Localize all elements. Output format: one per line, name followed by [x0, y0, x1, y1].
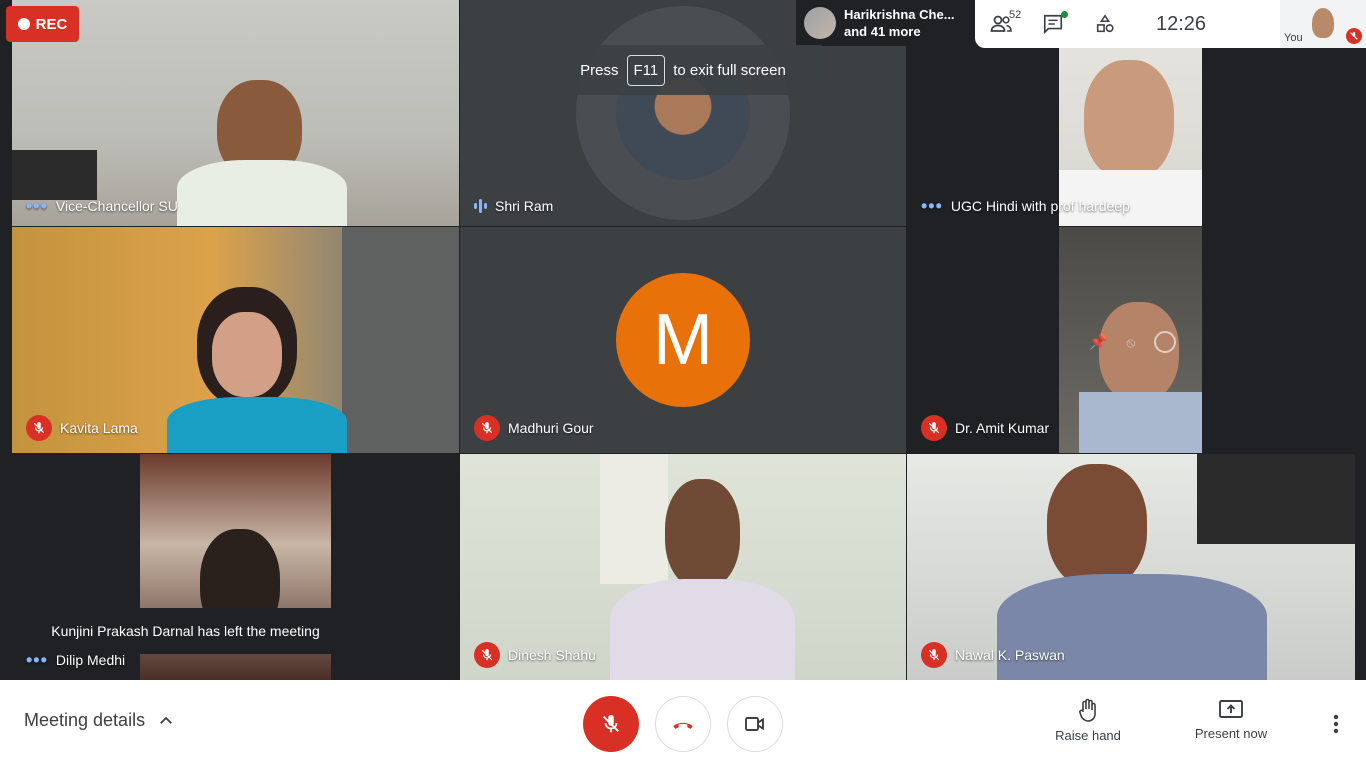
- clock: 12:26: [1155, 12, 1207, 35]
- participant-name: Madhuri Gour: [508, 420, 594, 436]
- participant-label: ••• UGC Hindi with prof hardeep: [921, 197, 1130, 215]
- participant-tile-amit-kumar[interactable]: 📌 ⦸ Dr. Amit Kumar: [907, 227, 1355, 453]
- mic-off-icon: [921, 415, 947, 441]
- participant-label: Dinesh Shahu: [474, 642, 596, 668]
- presenter-text: Harikrishna Che... and 41 more: [844, 6, 955, 40]
- mic-off-icon: [921, 642, 947, 668]
- recording-label: REC: [35, 15, 68, 33]
- raise-hand-label: Raise hand: [1055, 728, 1121, 743]
- self-label: You: [1284, 32, 1303, 44]
- participant-label: Shri Ram: [474, 198, 553, 214]
- participant-label: Dr. Amit Kumar: [921, 415, 1049, 441]
- camera-toggle-button[interactable]: [727, 696, 783, 752]
- camera-icon: [745, 717, 764, 731]
- leave-call-button[interactable]: [655, 696, 711, 752]
- participant-label: ••• Dilip Medhi: [26, 651, 126, 669]
- chat-button[interactable]: [1027, 0, 1079, 48]
- remove-participant-icon[interactable]: [1153, 331, 1176, 353]
- participant-label: ••• Vice-Chancellor SU: [26, 197, 178, 215]
- participant-video: [12, 0, 459, 226]
- avatar-letter: M: [616, 273, 750, 407]
- participant-count: 52: [1009, 9, 1022, 21]
- participant-name: Dr. Amit Kumar: [955, 420, 1050, 436]
- avatar: [804, 7, 836, 39]
- presenter-more: and 41 more: [844, 24, 921, 39]
- present-now-button[interactable]: Present now: [1186, 698, 1276, 741]
- participant-label: Kavita Lama: [26, 415, 138, 441]
- more-options-button[interactable]: [1322, 710, 1350, 738]
- presenter-chip[interactable]: Harikrishna Che... and 41 more: [796, 0, 974, 46]
- raise-hand-button[interactable]: Raise hand: [1048, 698, 1128, 743]
- self-view-tile[interactable]: You: [1280, 0, 1366, 48]
- meeting-details-button[interactable]: Meeting details: [24, 710, 175, 731]
- speaking-indicator-icon: [474, 199, 487, 213]
- more-options-icon[interactable]: •••: [26, 197, 48, 215]
- toast-prefix: Press: [580, 61, 619, 79]
- fullscreen-toast: Press F11 to exit full screen: [544, 45, 822, 95]
- mic-off-icon: [474, 642, 500, 668]
- participant-tile-vice-chancellor[interactable]: ••• Vice-Chancellor SU: [12, 0, 459, 226]
- mic-off-icon: [474, 415, 500, 441]
- meet-window: ••• Vice-Chancellor SU Shri Ram ••• UGC …: [0, 0, 1366, 768]
- microphone-toggle-button[interactable]: [583, 696, 639, 752]
- participant-tile-madhuri-gour[interactable]: M Madhuri Gour: [460, 227, 906, 453]
- activities-icon: [1096, 14, 1114, 33]
- present-now-label: Present now: [1194, 726, 1268, 741]
- chevron-up-icon: [160, 716, 172, 724]
- participant-name: UGC Hindi with prof hardeep: [950, 198, 1130, 214]
- toast-key: F11: [626, 54, 666, 86]
- mic-off-icon: [603, 714, 619, 733]
- more-options-icon[interactable]: •••: [921, 197, 943, 215]
- participant-tile-nawal-paswan[interactable]: Nawal K. Paswan: [907, 454, 1355, 680]
- participant-name: Dilip Medhi: [55, 652, 126, 668]
- tile-hover-controls: 📌 ⦸: [1077, 327, 1187, 357]
- call-end-icon: [673, 722, 693, 729]
- toast-suffix: to exit full screen: [673, 61, 786, 79]
- participant-name: Dinesh Shahu: [508, 647, 596, 663]
- recording-badge[interactable]: REC: [6, 6, 79, 42]
- more-vert-icon: [1333, 714, 1339, 734]
- record-dot-icon: [17, 18, 30, 30]
- self-avatar: [1312, 8, 1334, 38]
- participant-name: Shri Ram: [495, 198, 554, 214]
- chat-unread-badge: [1061, 11, 1068, 18]
- people-button[interactable]: 52: [975, 0, 1027, 48]
- participant-name: Kavita Lama: [60, 420, 138, 436]
- participant-name: Vice-Chancellor SU: [55, 198, 178, 214]
- mic-off-icon: [26, 415, 52, 441]
- presenter-name: Harikrishna Che...: [844, 7, 955, 22]
- pin-icon[interactable]: 📌: [1088, 332, 1108, 352]
- meeting-details-label: Meeting details: [24, 710, 146, 730]
- hand-icon: [1079, 698, 1096, 722]
- mute-participant-icon[interactable]: ⦸: [1126, 334, 1135, 351]
- mic-off-icon: [1346, 28, 1362, 44]
- activities-button[interactable]: [1079, 0, 1131, 48]
- bottom-toolbar: Meeting details Raise hand Present now: [0, 680, 1366, 768]
- participant-label: Madhuri Gour: [474, 415, 594, 441]
- present-icon: [1219, 700, 1243, 718]
- participant-tile-dinesh-shahu[interactable]: Dinesh Shahu: [460, 454, 906, 680]
- participant-left-notification: Kunjini Prakash Darnal has left the meet…: [25, 608, 346, 654]
- top-right-toolbar: 52 12:26 You: [975, 0, 1366, 48]
- participant-name: Nawal K. Paswan: [955, 647, 1065, 663]
- participant-tile-kavita-lama[interactable]: Kavita Lama: [12, 227, 459, 453]
- participant-label: Nawal K. Paswan: [921, 642, 1065, 668]
- more-options-icon[interactable]: •••: [26, 651, 48, 669]
